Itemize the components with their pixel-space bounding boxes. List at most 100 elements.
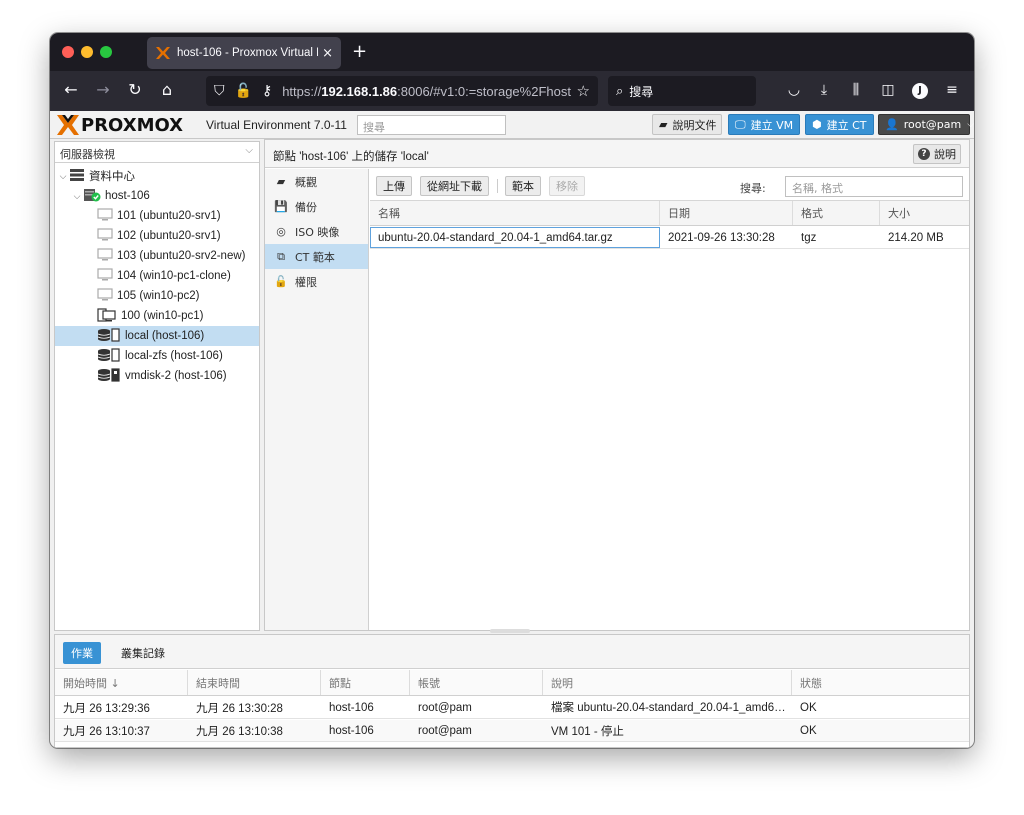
minimize-window-button[interactable] xyxy=(81,46,93,58)
storage-panel: 節點 'host-106' 上的儲存 'local' ? 說明 ▰ 概觀 💾 備… xyxy=(264,139,970,631)
download-from-url-button[interactable]: 從網址下載 xyxy=(420,176,489,196)
storage-icon xyxy=(97,347,121,365)
vm-stopped-icon xyxy=(97,208,113,224)
collapse-icon[interactable]: ⌵ xyxy=(71,191,83,202)
create-ct-button[interactable]: ⬢ 建立 CT xyxy=(805,114,874,135)
template-search-input[interactable]: 名稱, 格式 xyxy=(785,176,963,197)
tree-item-vm[interactable]: 101 (ubuntu20-srv1) xyxy=(55,206,259,226)
view-selector-label: 伺服器檢視 xyxy=(60,148,115,161)
column-header-end-time[interactable]: 結束時間 xyxy=(188,670,321,695)
templates-button[interactable]: 範本 xyxy=(505,176,541,196)
browser-search-bar[interactable]: ⌕ 搜尋 xyxy=(608,76,756,106)
lock-warning-icon[interactable]: 🔓 xyxy=(235,83,252,99)
account-avatar[interactable]: J xyxy=(912,83,928,99)
download-icon[interactable]: ⤓ xyxy=(815,82,833,98)
column-header-date[interactable]: 日期 xyxy=(660,201,793,225)
new-tab-button[interactable]: + xyxy=(352,41,367,62)
nav-backups[interactable]: 💾 備份 xyxy=(265,194,368,219)
content-toolbar: 上傳 從網址下載 範本 移除 搜尋: 名稱, 格式 xyxy=(370,169,969,201)
create-vm-button[interactable]: 🖵 建立 VM xyxy=(728,114,800,135)
browser-tab-active[interactable]: host-106 - Proxmox Virtual Envi × xyxy=(147,37,341,69)
column-header-user[interactable]: 帳號 xyxy=(410,670,543,695)
table-row[interactable]: ubuntu-20.04-standard_20.04-1_amd64.tar.… xyxy=(370,227,969,249)
remove-button[interactable]: 移除 xyxy=(549,176,585,196)
cube-icon: ⬢ xyxy=(812,118,822,131)
tree-item-vm[interactable]: 105 (win10-pc2) xyxy=(55,286,259,306)
tree-item-vm-template[interactable]: 100 (win10-pc1) xyxy=(55,306,259,326)
search-icon: ⌕ xyxy=(616,83,624,99)
close-window-button[interactable] xyxy=(62,46,74,58)
help-button[interactable]: ? 說明 xyxy=(913,144,961,164)
back-arrow-icon[interactable]: ← xyxy=(60,80,82,99)
panel-splitter-handle[interactable] xyxy=(490,629,530,633)
header-search-input[interactable]: 搜尋 xyxy=(357,115,506,135)
proxmox-logo: PROXMOX xyxy=(56,114,183,136)
tab-cluster-log[interactable]: 叢集記錄 xyxy=(113,642,173,664)
nav-permissions[interactable]: 🔓 權限 xyxy=(265,269,368,294)
key-icon[interactable]: ⚷ xyxy=(262,83,272,99)
column-header-node[interactable]: 節點 xyxy=(321,670,410,695)
tree-item-label: 資料中心 xyxy=(89,171,135,183)
sidebar-icon[interactable]: ◫ xyxy=(879,82,897,98)
tree-item-vm[interactable]: 103 (ubuntu20-srv2-new) xyxy=(55,246,259,266)
column-header-start-time[interactable]: 開始時間 ↓ xyxy=(55,670,188,695)
cell-user: root@pam xyxy=(418,701,472,714)
tree-item-storage[interactable]: vmdisk-2 (host-106) xyxy=(55,366,259,386)
nav-iso-images[interactable]: ◎ ISO 映像 xyxy=(265,219,368,244)
close-tab-icon[interactable]: × xyxy=(322,46,333,61)
upload-button[interactable]: 上傳 xyxy=(376,176,412,196)
column-header-status[interactable]: 狀態 xyxy=(792,670,969,695)
cell-start-time: 九月 26 13:29:36 xyxy=(63,702,150,715)
cell-name[interactable]: ubuntu-20.04-standard_20.04-1_amd64.tar.… xyxy=(370,227,660,248)
tree-item-storage[interactable]: local-zfs (host-106) xyxy=(55,346,259,366)
pocket-icon[interactable]: ◡ xyxy=(785,82,803,98)
home-icon[interactable]: ⌂ xyxy=(156,80,178,99)
collapse-icon[interactable]: ⌵ xyxy=(57,171,69,182)
tree-item-node[interactable]: ⌵ host-106 xyxy=(55,186,259,206)
vm-stopped-icon xyxy=(97,248,113,264)
maximize-window-button[interactable] xyxy=(100,46,112,58)
version-label: Virtual Environment 7.0-11 xyxy=(206,118,347,132)
url-bar[interactable]: ⛉ 🔓 ⚷ https://192.168.1.86:8006/#v1:0:=s… xyxy=(206,76,598,106)
storage-icon xyxy=(97,327,121,345)
bookmark-star-icon[interactable]: ☆ xyxy=(577,82,590,100)
column-header-name[interactable]: 名稱 xyxy=(370,201,660,225)
tree-item-vm[interactable]: 102 (ubuntu20-srv1) xyxy=(55,226,259,246)
reload-icon[interactable]: ↻ xyxy=(124,80,146,99)
column-header-description[interactable]: 說明 xyxy=(543,670,792,695)
shield-icon[interactable]: ⛉ xyxy=(214,83,225,99)
chevron-down-icon: ⌵ xyxy=(245,145,253,156)
user-menu-button[interactable]: 👤 root@pam ⌵ xyxy=(878,114,974,135)
table-row[interactable]: 九月 26 13:29:36 九月 26 13:30:28 host-106 r… xyxy=(55,697,969,719)
nav-summary[interactable]: ▰ 概觀 xyxy=(265,169,368,194)
cell-date: 2021-09-26 13:30:28 xyxy=(668,231,775,244)
table-row[interactable]: 九月 26 13:10:37 九月 26 13:10:38 host-106 r… xyxy=(55,720,969,742)
forward-arrow-icon[interactable]: → xyxy=(92,80,114,99)
resource-tree-panel: 伺服器檢視 ⌵ ⌵ 資料中心 ⌵ host-106 101 (ubuntu20-… xyxy=(54,141,260,631)
cell-start-time: 九月 26 13:10:37 xyxy=(63,725,150,738)
tab-tasks[interactable]: 作業 xyxy=(63,642,101,664)
toolbar-separator xyxy=(497,179,498,193)
column-header-size[interactable]: 大小 xyxy=(880,201,969,225)
resource-tree: ⌵ 資料中心 ⌵ host-106 101 (ubuntu20-srv1) 10… xyxy=(55,166,259,386)
nav-ct-templates[interactable]: ⧉ CT 範本 xyxy=(265,244,368,269)
tasks-header: 開始時間 ↓ 結束時間 節點 帳號 說明 狀態 xyxy=(55,670,969,696)
view-selector[interactable]: 伺服器檢視 ⌵ xyxy=(55,142,259,163)
vm-stopped-icon xyxy=(97,288,113,304)
tree-item-storage-local[interactable]: local (host-106) xyxy=(55,326,259,346)
cell-end-time: 九月 26 13:30:28 xyxy=(196,702,283,715)
user-icon: 👤 xyxy=(885,118,899,131)
tree-item-label: local-zfs (host-106) xyxy=(125,350,223,362)
library-icon[interactable]: ⫼ xyxy=(847,82,865,98)
proxmox-x-logo-icon xyxy=(57,115,79,135)
column-header-format[interactable]: 格式 xyxy=(793,201,880,225)
documentation-button[interactable]: ▰ 說明文件 xyxy=(652,114,722,135)
storage-subnav: ▰ 概觀 💾 備份 ◎ ISO 映像 ⧉ CT 範本 🔓 權限 xyxy=(265,169,369,630)
cell-node: host-106 xyxy=(329,701,374,714)
tree-item-datacenter[interactable]: ⌵ 資料中心 xyxy=(55,166,259,186)
browser-tabbar: host-106 - Proxmox Virtual Envi × + xyxy=(50,33,974,71)
url-text[interactable]: https://192.168.1.86:8006/#v1:0:=storage… xyxy=(282,84,572,99)
tree-item-vm[interactable]: 104 (win10-pc1-clone) xyxy=(55,266,259,286)
search-label: 搜尋: xyxy=(740,182,766,195)
menu-icon[interactable]: ≡ xyxy=(943,82,961,98)
